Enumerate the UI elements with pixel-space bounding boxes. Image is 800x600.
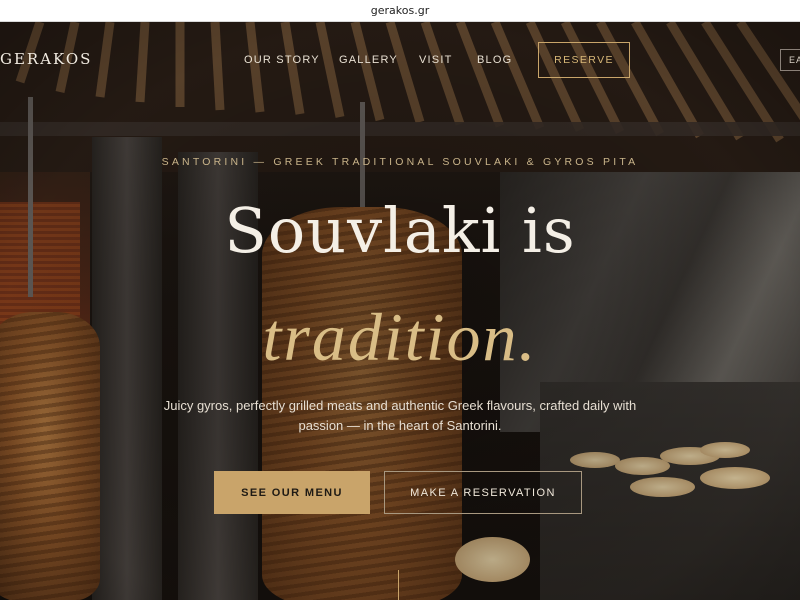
- see-menu-button[interactable]: SEE OUR MENU: [214, 471, 370, 514]
- hero-eyebrow: SANTORINI — GREEK TRADITIONAL SOUVLAKI &…: [161, 156, 639, 168]
- browser-url-bar[interactable]: gerakos.gr: [0, 0, 800, 22]
- nav-link-gallery[interactable]: GALLERY: [339, 54, 398, 66]
- hero-headline-line2: tradition.: [262, 299, 538, 375]
- brand-logo[interactable]: GERAKOS: [0, 50, 92, 68]
- top-navigation: GERAKOS OUR STORY GALLERY VISIT BLOG RES…: [0, 22, 800, 98]
- url-text: gerakos.gr: [370, 4, 430, 17]
- language-switcher[interactable]: EA: [780, 49, 800, 71]
- hero-subtitle: Juicy gyros, perfectly grilled meats and…: [163, 398, 637, 433]
- hero-section: GERAKOS OUR STORY GALLERY VISIT BLOG RES…: [0, 22, 800, 600]
- hero-headline-line1: Souvlaki is: [224, 194, 576, 267]
- nav-link-blog[interactable]: BLOG: [477, 54, 512, 66]
- make-reservation-button[interactable]: MAKE A RESERVATION: [384, 471, 582, 514]
- nav-link-our-story[interactable]: OUR STORY: [244, 54, 320, 66]
- reserve-button[interactable]: RESERVE: [538, 42, 630, 78]
- nav-link-visit[interactable]: VISIT: [419, 54, 453, 66]
- scroll-indicator[interactable]: [398, 570, 399, 600]
